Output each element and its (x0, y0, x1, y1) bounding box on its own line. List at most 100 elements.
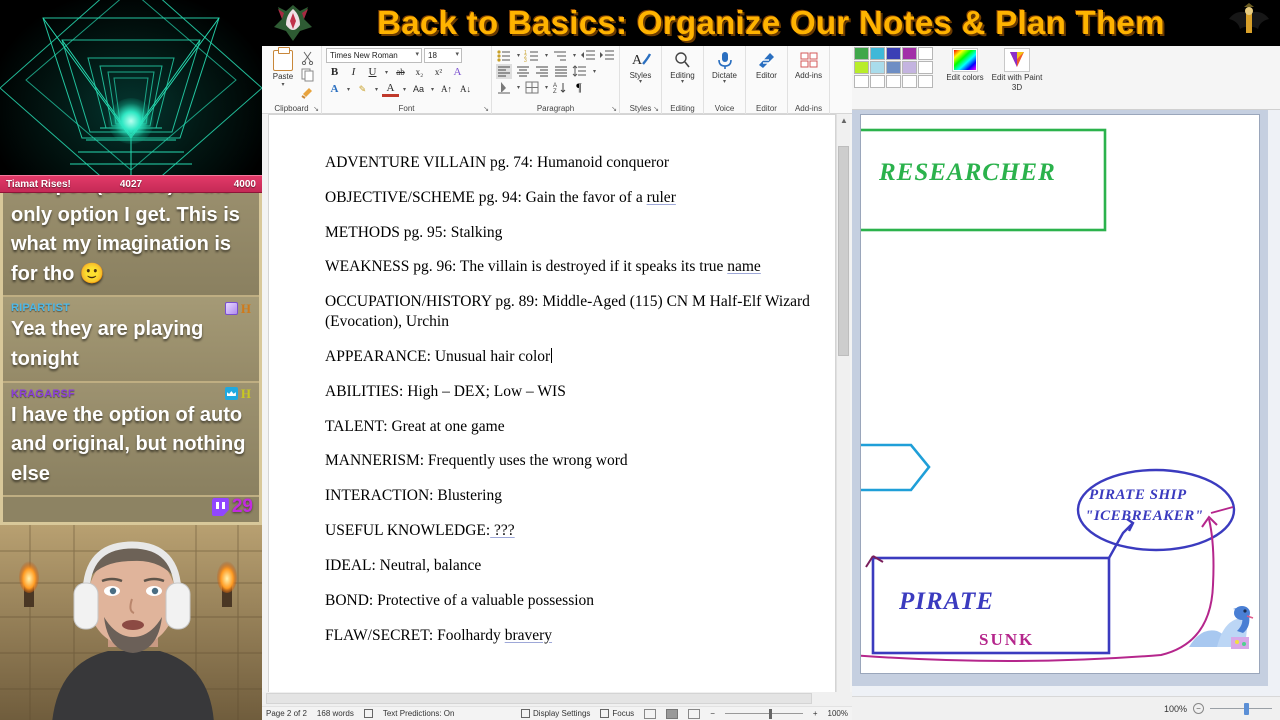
zoom-level[interactable]: 100% (828, 709, 848, 718)
styles-chevron-down-icon[interactable]: ▾ (639, 79, 642, 85)
sort-button[interactable]: AZ (552, 80, 568, 95)
shading-chevron-down-icon[interactable]: ▾ (515, 84, 522, 91)
font-dialog-launcher[interactable]: ↘ (483, 105, 489, 113)
document-text-body[interactable]: ADVENTURE VILLAIN pg. 74: Humanoid conqu… (269, 115, 835, 645)
color-swatch[interactable] (854, 47, 869, 60)
clipboard-dialog-launcher[interactable]: ↘ (313, 105, 319, 113)
focus-button[interactable]: Focus (600, 709, 634, 718)
web-layout-button[interactable] (688, 708, 701, 719)
bullets-button[interactable] (496, 48, 512, 63)
line-spacing-button[interactable] (572, 64, 588, 79)
multilevel-chevron-down-icon[interactable]: ▾ (571, 52, 578, 59)
decrease-indent-button[interactable] (580, 48, 596, 63)
paragraph-dialog-launcher[interactable]: ↘ (611, 105, 617, 113)
superscript-button[interactable]: x² (430, 64, 447, 80)
subscript-button[interactable]: x₂ (411, 64, 428, 80)
zoom-slider[interactable] (724, 708, 803, 719)
paint-zoom-out-button[interactable]: − (1193, 703, 1204, 714)
strikethrough-button[interactable]: ab (392, 64, 409, 80)
color-swatch[interactable] (886, 47, 901, 60)
text-effects-button[interactable]: A (326, 81, 343, 97)
paint-horizontal-scrollbar[interactable] (852, 686, 1280, 696)
multilevel-list-button[interactable] (552, 48, 568, 63)
paint-status-bar[interactable]: 100% − (852, 696, 1280, 720)
horizontal-scroll-thumb[interactable] (266, 693, 812, 704)
dictate-chevron-down-icon[interactable]: ▾ (723, 79, 726, 85)
font-color-chevron-down-icon[interactable]: ▾ (401, 86, 408, 93)
chat-username[interactable]: KRAGARSF (11, 388, 75, 400)
zoom-out-button[interactable]: − (710, 709, 715, 718)
color-swatch[interactable] (886, 75, 901, 88)
font-size-input[interactable]: 18 (424, 48, 462, 63)
styles-dialog-launcher[interactable]: ↘ (653, 105, 659, 113)
page-indicator[interactable]: Page 2 of 2 (266, 709, 307, 718)
font-color-button[interactable]: A (382, 81, 399, 97)
paint-zoom-slider[interactable] (1210, 702, 1272, 715)
underline-chevron-down-icon[interactable]: ▾ (383, 69, 390, 76)
styles-icon[interactable]: A (630, 50, 652, 70)
borders-button[interactable] (524, 80, 540, 95)
color-swatch[interactable] (870, 75, 885, 88)
paint-canvas-area[interactable]: RESEARCHER PIRATE PIRATE SHIP "ICEBREAKE… (852, 110, 1280, 696)
paste-button[interactable]: Paste ▾ (266, 47, 300, 88)
document-page[interactable]: ADVENTURE VILLAIN pg. 74: Humanoid conqu… (268, 114, 836, 704)
color-swatch[interactable] (918, 61, 933, 74)
bullets-chevron-down-icon[interactable]: ▾ (515, 52, 522, 59)
chat-panel[interactable]: 1080p60 (source) is the only option I ge… (0, 193, 262, 522)
borders-chevron-down-icon[interactable]: ▾ (543, 84, 550, 91)
paint-zoom-knob[interactable] (1244, 702, 1249, 715)
underline-button[interactable]: U (364, 64, 381, 80)
text-effects-chevron-down-icon[interactable]: ▾ (345, 86, 352, 93)
document-horizontal-scrollbar[interactable] (262, 692, 852, 706)
color-swatch[interactable] (854, 61, 869, 74)
editor-pen-icon[interactable] (756, 50, 778, 70)
edit-with-paint3d-button[interactable]: Edit with Paint 3D (991, 46, 1043, 93)
change-case-button[interactable]: Aa (410, 81, 427, 97)
italic-button[interactable]: I (345, 64, 362, 80)
color-swatch[interactable] (918, 75, 933, 88)
display-settings-button[interactable]: Display Settings (521, 709, 590, 718)
document-vertical-scrollbar[interactable]: ▲ ▼ (836, 114, 850, 720)
addins-grid-icon[interactable] (798, 50, 820, 70)
microsoft-paint-window[interactable]: Edit colors Edit with Paint 3D RESEARCHE… (852, 46, 1280, 720)
paint-canvas[interactable]: RESEARCHER PIRATE PIRATE SHIP "ICEBREAKE… (852, 114, 1260, 674)
color-swatch[interactable] (870, 47, 885, 60)
align-left-button[interactable] (496, 64, 512, 79)
clear-formatting-button[interactable]: A (449, 64, 466, 80)
print-layout-button[interactable] (666, 708, 679, 719)
color-swatch[interactable] (902, 47, 917, 60)
line-spacing-chevron-down-icon[interactable]: ▾ (591, 68, 598, 75)
color-swatch[interactable] (870, 61, 885, 74)
shading-button[interactable] (496, 80, 512, 95)
proofing-errors-icon[interactable] (363, 709, 373, 718)
paint-ribbon[interactable]: Edit colors Edit with Paint 3D (852, 46, 1280, 110)
cut-icon[interactable] (300, 50, 315, 66)
change-case-chevron-down-icon[interactable]: ▾ (429, 86, 436, 93)
highlight-chevron-down-icon[interactable]: ▾ (373, 86, 380, 93)
font-name-input[interactable]: Times New Roman (326, 48, 422, 63)
read-mode-button[interactable] (644, 708, 657, 719)
edit-colors-button[interactable]: Edit colors (939, 46, 991, 83)
word-ribbon[interactable]: Paste ▾ Clipboard ↘ Times New Roman ▾ 18… (262, 46, 852, 114)
microphone-icon[interactable] (714, 50, 736, 70)
grow-font-button[interactable]: A↑ (438, 81, 455, 97)
align-right-button[interactable] (534, 64, 550, 79)
color-palette[interactable] (854, 47, 933, 88)
color-swatch[interactable] (918, 47, 933, 60)
zoom-slider-knob[interactable] (768, 708, 772, 719)
color-swatch[interactable] (886, 61, 901, 74)
word-count[interactable]: 168 words (317, 709, 354, 718)
color-swatch[interactable] (902, 75, 917, 88)
color-swatch[interactable] (854, 75, 869, 88)
microsoft-word-window[interactable]: Paste ▾ Clipboard ↘ Times New Roman ▾ 18… (262, 46, 852, 720)
zoom-in-button[interactable]: + (813, 709, 818, 718)
copy-icon[interactable] (300, 67, 315, 82)
paint-vertical-scrollbar[interactable] (1268, 110, 1280, 696)
vertical-scroll-thumb[interactable] (838, 146, 849, 356)
increase-indent-button[interactable] (599, 48, 615, 63)
show-formatting-marks-button[interactable]: ¶ (571, 80, 587, 95)
search-icon[interactable] (672, 50, 694, 70)
format-painter-icon[interactable] (300, 84, 315, 99)
word-document-area[interactable]: ADVENTURE VILLAIN pg. 74: Humanoid conqu… (262, 114, 852, 720)
scroll-up-arrow-icon[interactable]: ▲ (840, 116, 848, 125)
